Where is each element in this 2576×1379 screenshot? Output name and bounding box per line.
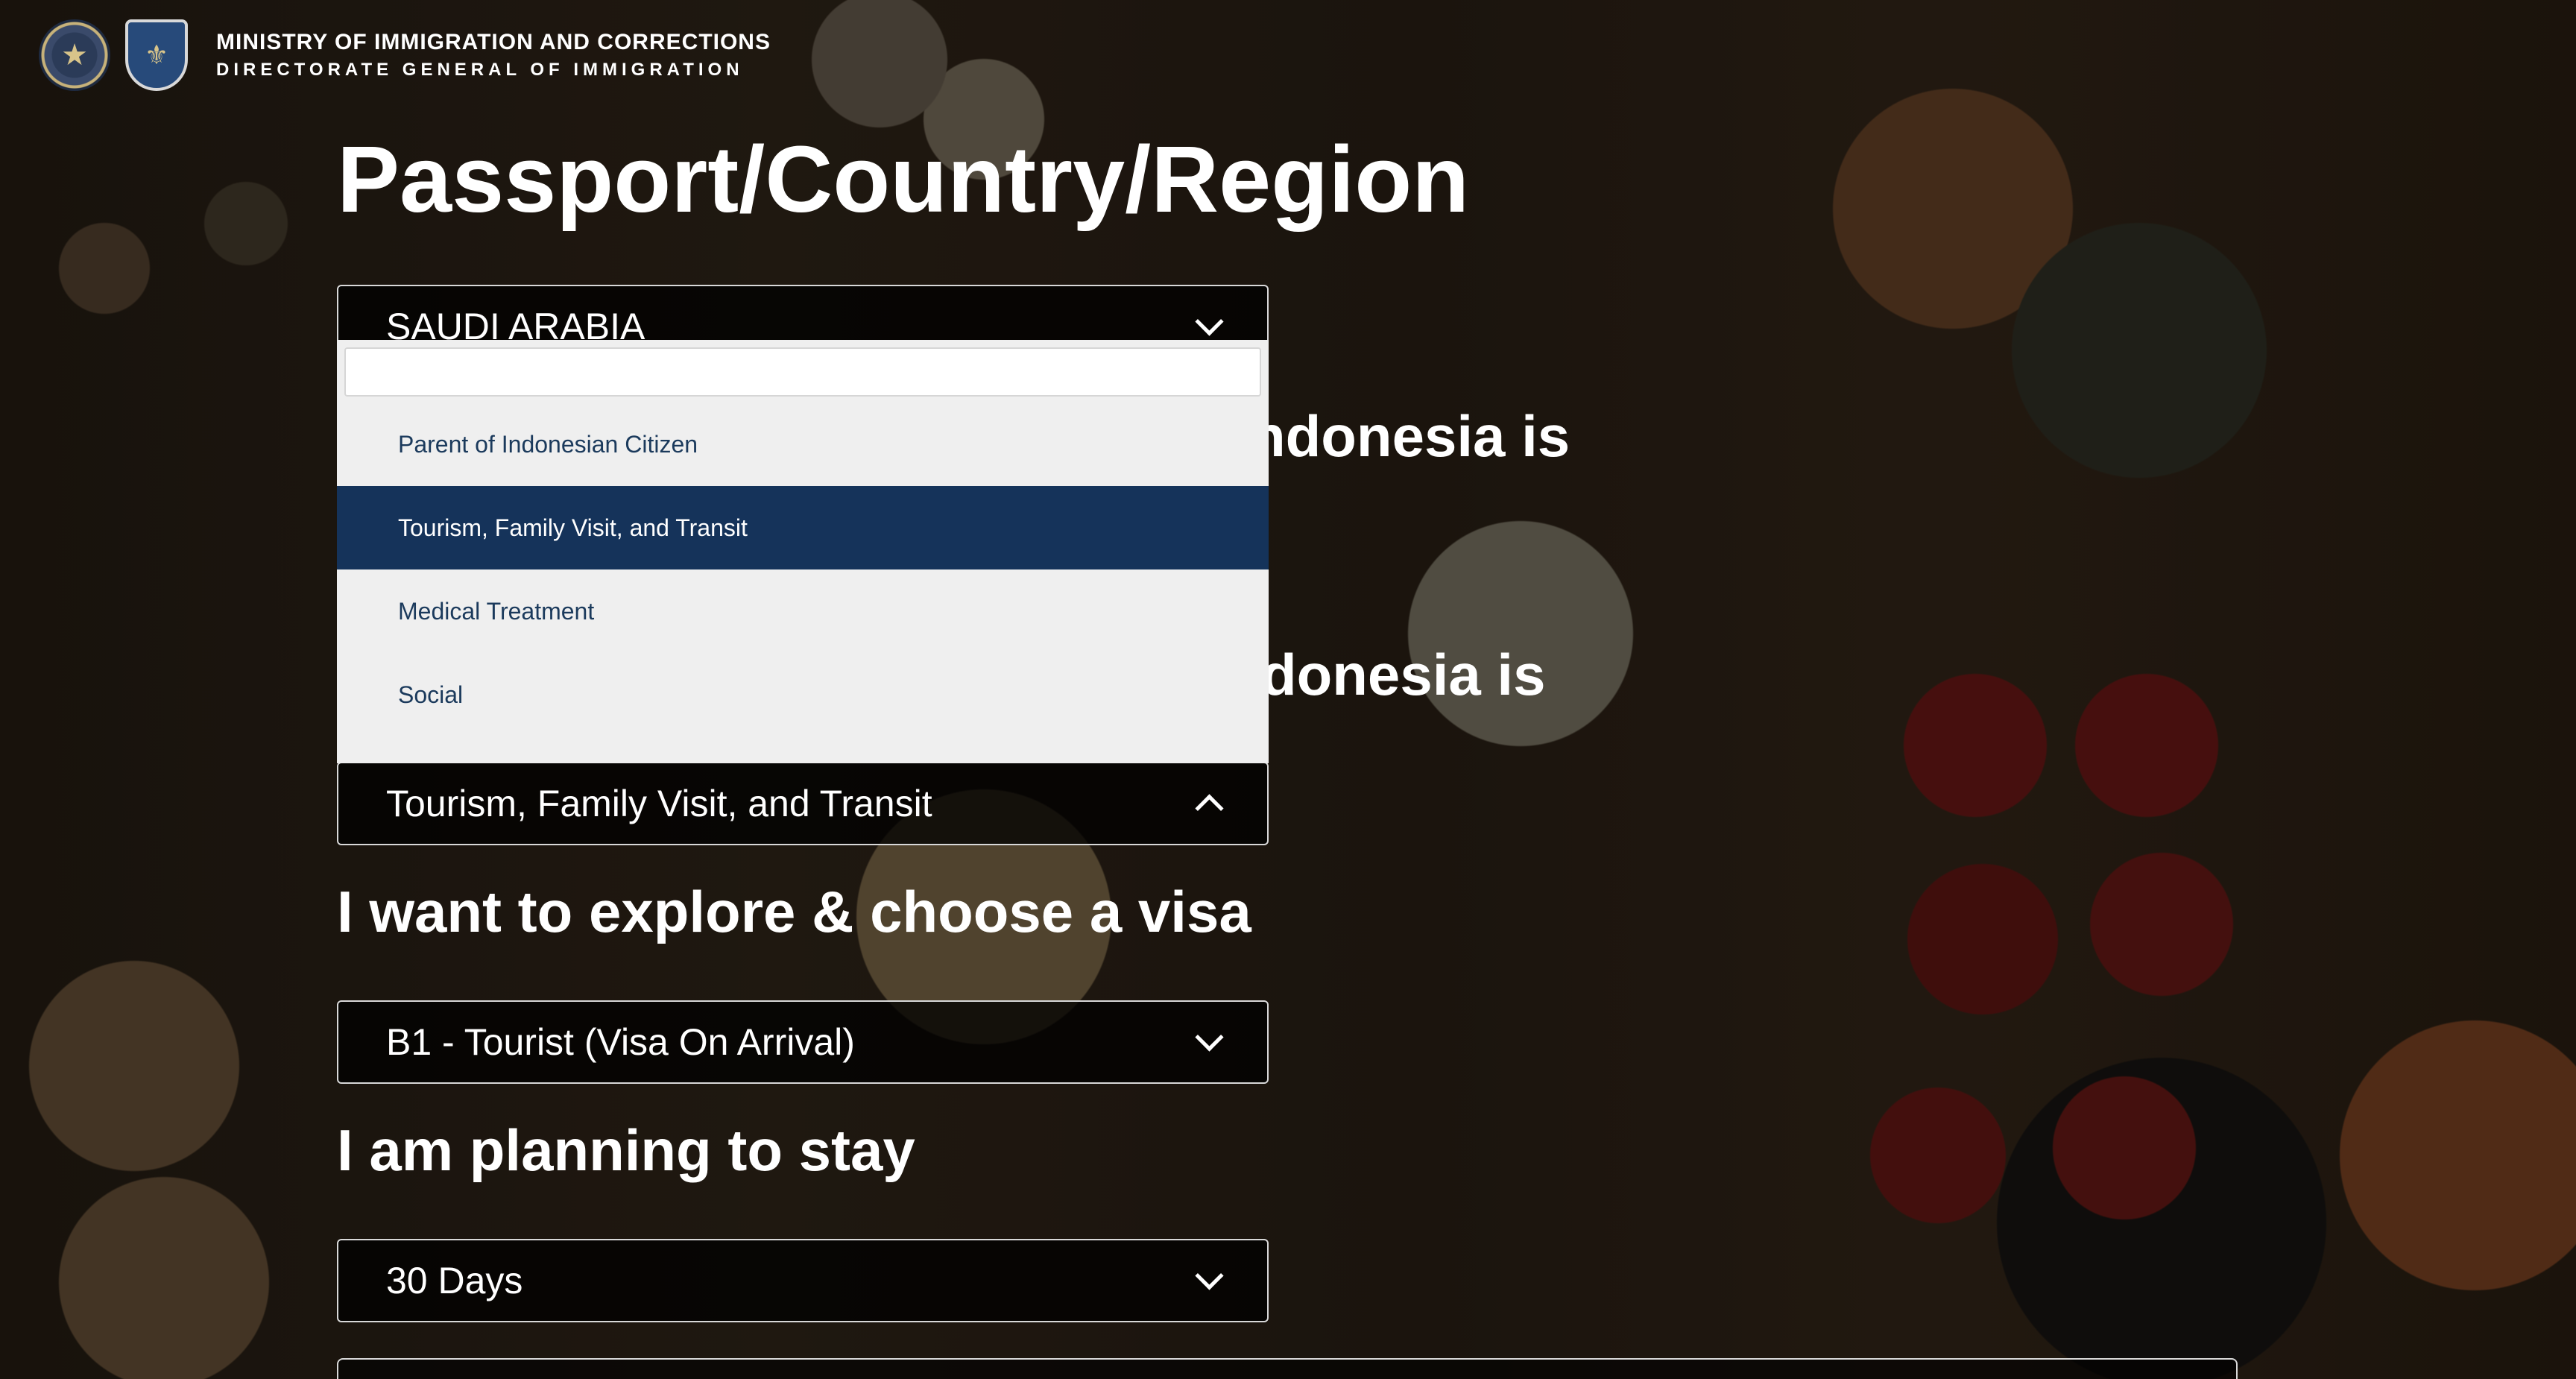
chevron-up-icon (1195, 793, 1224, 823)
visa-select[interactable]: B1 - Tourist (Visa On Arrival) (337, 1000, 1269, 1084)
next-section-box (337, 1358, 2238, 1379)
chevron-down-icon (1195, 1022, 1224, 1052)
directorate-name: DIRECTORATE GENERAL OF IMMIGRATION (216, 60, 744, 80)
immigration-shield-icon: ⚜ (125, 19, 188, 91)
question-1-text: ndonesia is (1250, 403, 1570, 469)
stay-question: I am planning to stay (337, 1117, 915, 1183)
site-header: ★ ⚜ MINISTRY OF IMMIGRATION AND CORRECTI… (39, 19, 771, 91)
dropdown-search-input[interactable] (344, 347, 1261, 397)
visa-question: I want to explore & choose a visa (337, 879, 1251, 944)
purpose-select[interactable]: Tourism, Family Visit, and Transit (337, 762, 1269, 845)
dropdown-option[interactable]: Parent of Indonesian Citizen (337, 403, 1269, 486)
dropdown-option[interactable]: Medical Treatment (337, 569, 1269, 653)
chevron-down-icon (1195, 1260, 1224, 1290)
ministry-name: MINISTRY OF IMMIGRATION AND CORRECTIONS (216, 30, 771, 54)
chevron-down-icon (1195, 306, 1224, 336)
visa-select-value: B1 - Tourist (Visa On Arrival) (386, 1021, 855, 1063)
purpose-dropdown-menu: Parent of Indonesian Citizen Tourism, Fa… (337, 340, 1269, 763)
dropdown-option-selected[interactable]: Tourism, Family Visit, and Transit (337, 486, 1269, 569)
stay-select-value: 30 Days (386, 1260, 523, 1301)
purpose-select-value: Tourism, Family Visit, and Transit (386, 783, 932, 824)
question-2-text: donesia is (1261, 642, 1546, 707)
dropdown-option[interactable]: Social (337, 653, 1269, 736)
header-text: MINISTRY OF IMMIGRATION AND CORRECTIONS … (216, 30, 771, 81)
page-title: Passport/Country/Region (337, 127, 1470, 232)
stay-select[interactable]: 30 Days (337, 1239, 1269, 1322)
garuda-emblem-icon: ★ (39, 19, 110, 91)
